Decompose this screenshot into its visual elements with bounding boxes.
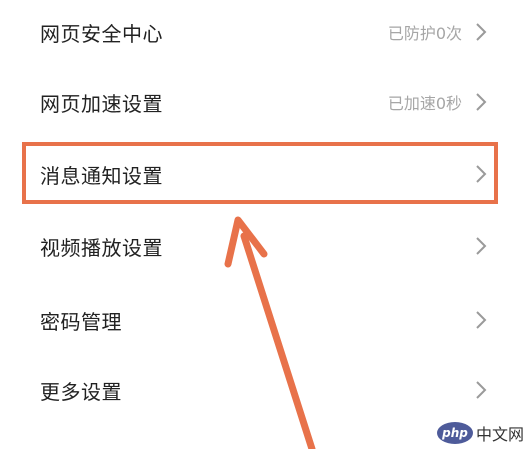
settings-item-label: 网页安全中心 <box>40 21 163 46</box>
highlight-box <box>22 142 498 204</box>
watermark: php 中文网 <box>436 421 524 445</box>
chevron-right-icon <box>474 91 488 113</box>
settings-item-label: 视频播放设置 <box>40 235 163 260</box>
chevron-right-icon <box>474 235 488 257</box>
settings-item-label: 更多设置 <box>40 379 122 404</box>
settings-item-more-settings[interactable]: 更多设置 <box>0 360 530 420</box>
settings-item-value: 已加速0秒 <box>387 94 462 113</box>
chevron-right-icon <box>474 309 488 331</box>
settings-item-value: 已防护0次 <box>387 24 462 43</box>
watermark-text: 中文网 <box>475 425 524 444</box>
settings-item-web-security[interactable]: 网页安全中心 已防护0次 <box>0 2 530 62</box>
watermark-logo: php <box>436 422 473 444</box>
settings-item-label: 网页加速设置 <box>40 91 163 116</box>
chevron-right-icon <box>474 379 488 401</box>
settings-item-web-acceleration[interactable]: 网页加速设置 已加速0秒 <box>0 72 530 132</box>
settings-item-label: 密码管理 <box>40 309 122 334</box>
settings-screen: 网页安全中心 已防护0次 网页加速设置 已加速0秒 消息通知设置 视频播放设置 … <box>0 0 530 449</box>
chevron-right-icon <box>474 21 488 43</box>
settings-item-video-playback[interactable]: 视频播放设置 <box>0 216 530 276</box>
settings-item-password-management[interactable]: 密码管理 <box>0 290 530 350</box>
